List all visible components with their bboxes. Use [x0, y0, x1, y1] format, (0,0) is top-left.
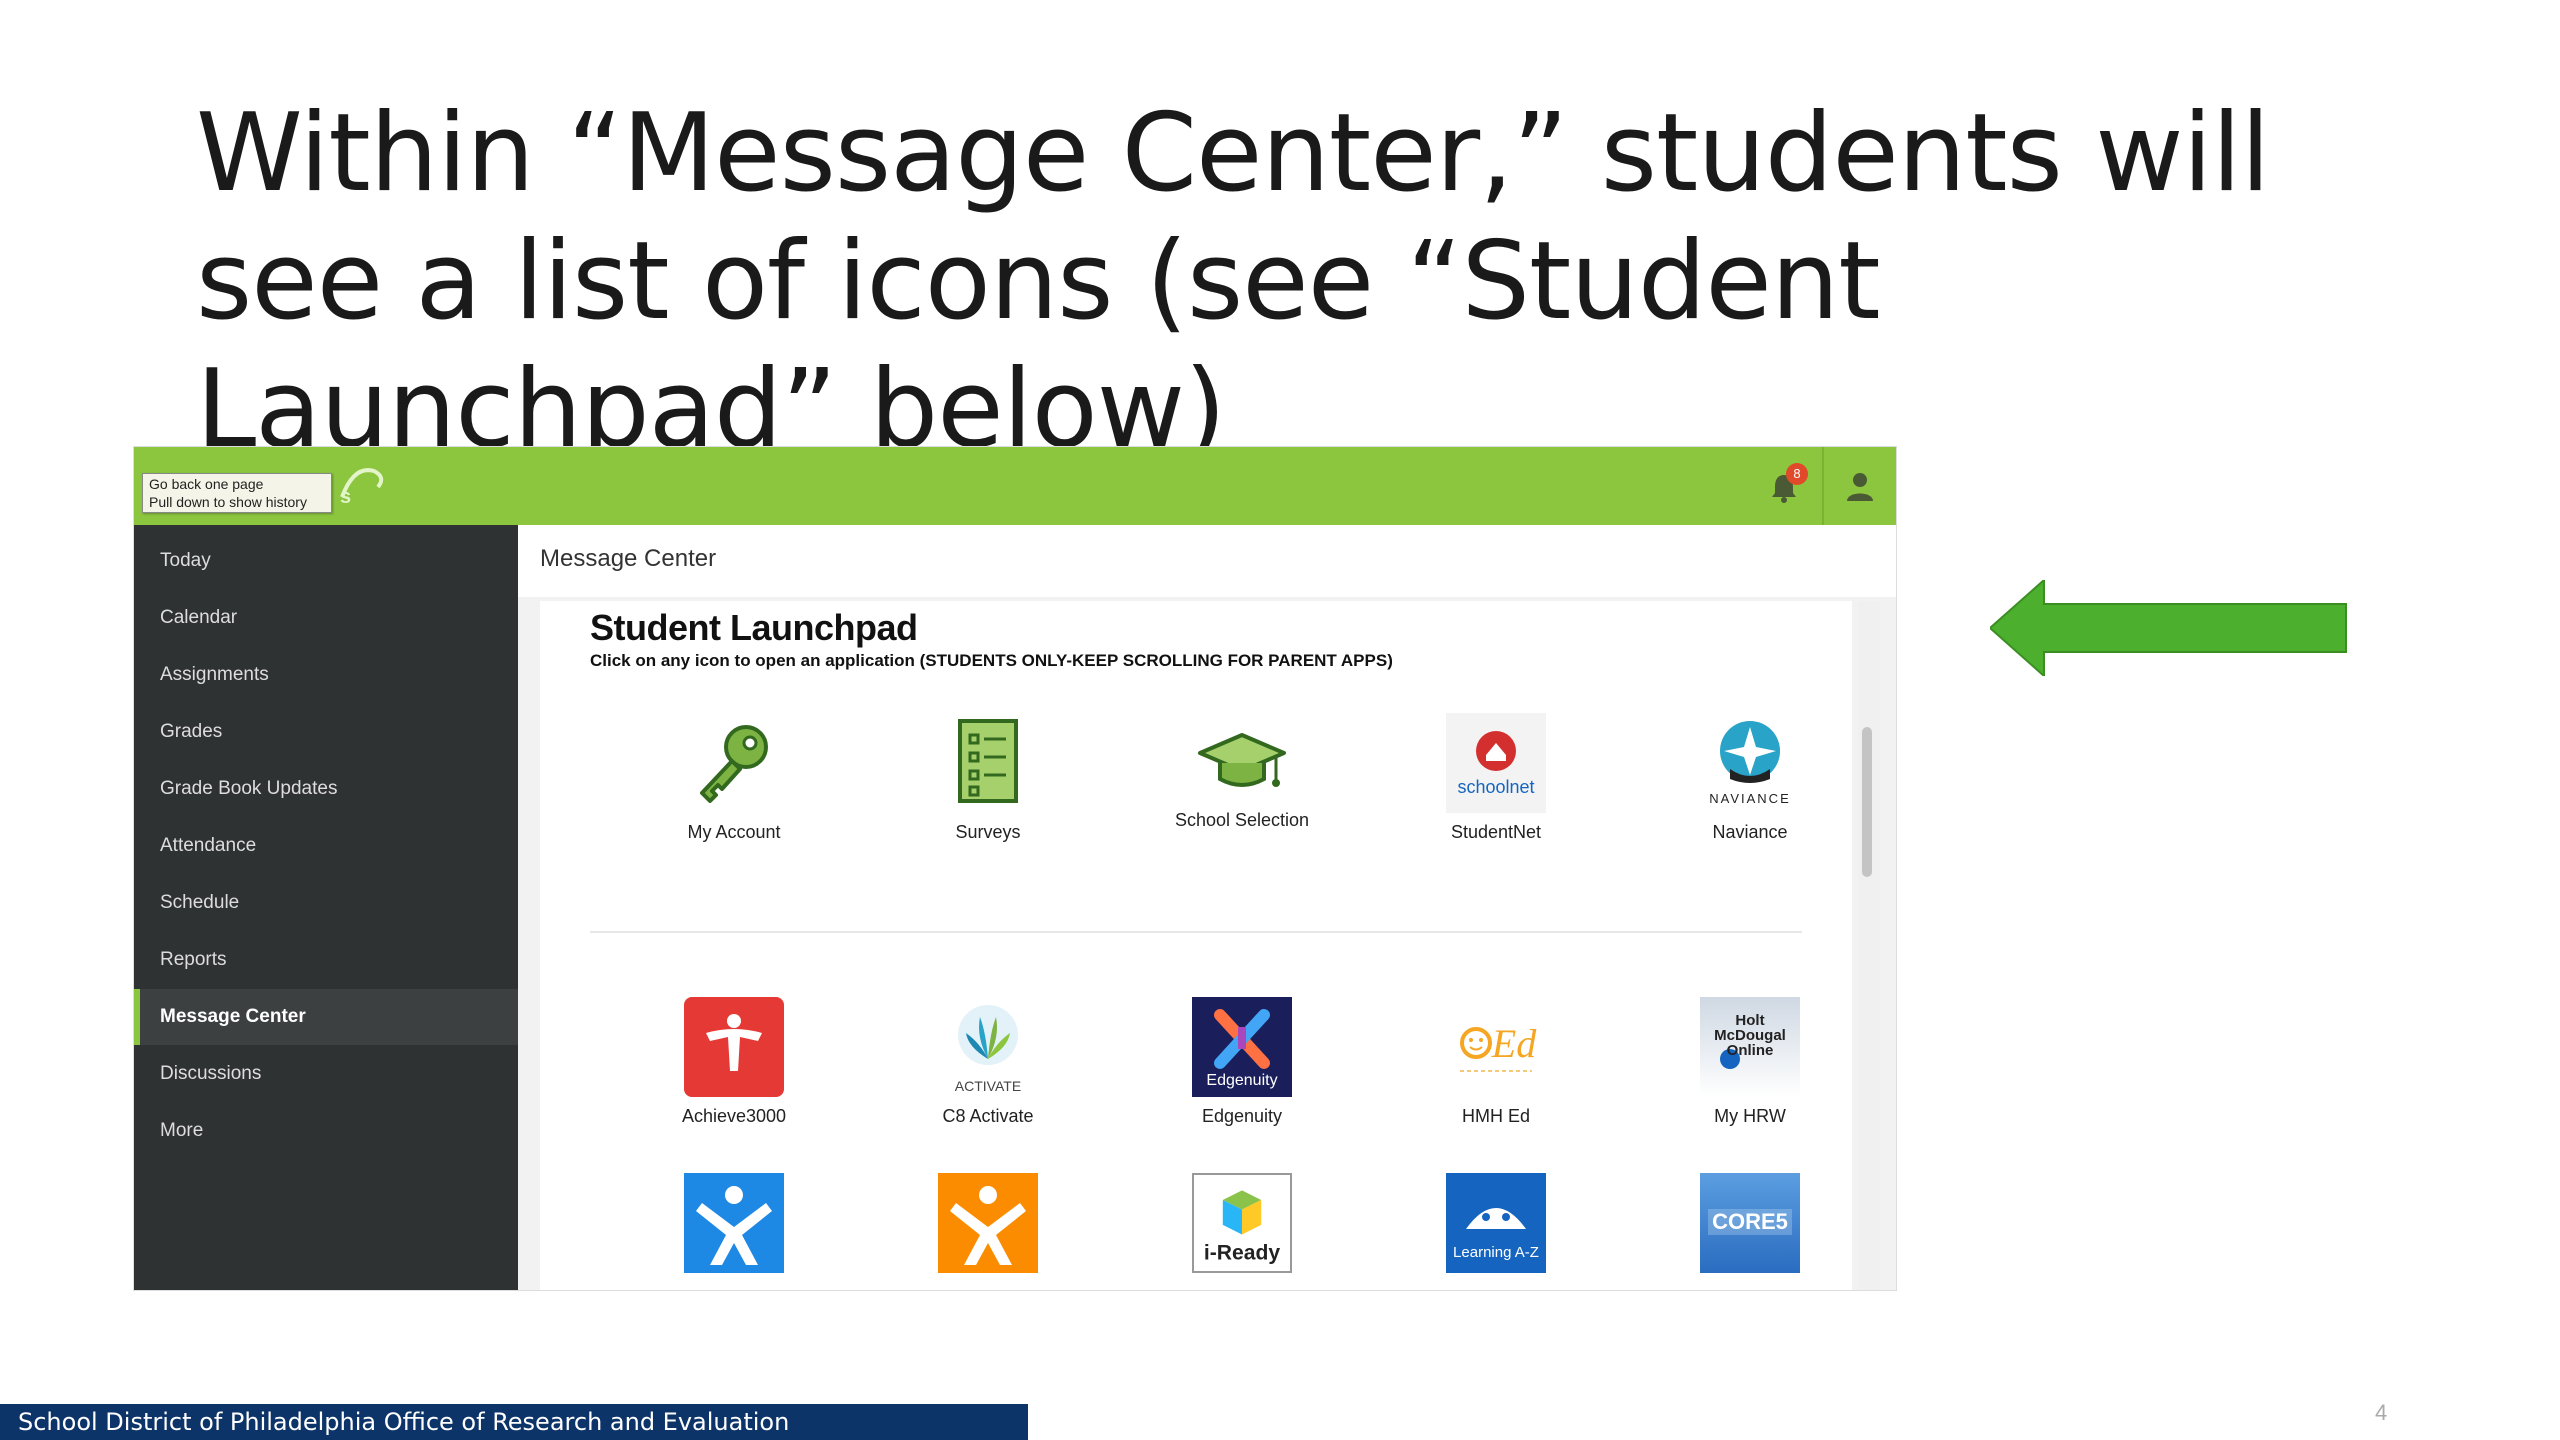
sidebar-item-grades[interactable]: Grades — [134, 704, 518, 760]
survey-icon — [938, 713, 1038, 813]
app-tile-edgenuity[interactable]: Edgenuity Edgenuity — [1152, 997, 1332, 1127]
notification-badge: 8 — [1786, 463, 1808, 485]
content-panel: Student Launchpad Click on any icon to o… — [518, 597, 1896, 1290]
sidebar-item-grade-book-updates[interactable]: Grade Book Updates — [134, 761, 518, 817]
slide-title: Within “Message Center,” students will s… — [196, 91, 2271, 472]
content-header: Message Center — [518, 525, 1896, 598]
back-tooltip: Go back one page Pull down to show histo… — [142, 473, 332, 513]
scrollbar-track[interactable] — [1858, 601, 1880, 1290]
learning-az-logo-text: Learning A-Z — [1453, 1244, 1539, 1261]
scrollbar-thumb[interactable] — [1862, 727, 1872, 877]
topbar-divider — [1822, 447, 1824, 525]
app-tile-blue-x[interactable] — [644, 1173, 824, 1273]
achieve3000-icon — [684, 997, 784, 1097]
app-tile-naviance[interactable]: NAVIANCE Naviance — [1660, 713, 1840, 843]
sidebar: Today Calendar Assignments Grades Grade … — [134, 525, 518, 1290]
orange-x-app-icon — [938, 1173, 1038, 1273]
graduation-cap-icon — [1192, 713, 1292, 813]
app-tile-school-selection[interactable]: School Selection — [1152, 713, 1332, 831]
iready-icon: i-Ready — [1192, 1173, 1292, 1273]
tooltip-line-2: Pull down to show history — [149, 494, 307, 510]
tooltip-line-1: Go back one page — [149, 476, 264, 492]
edgenuity-icon: Edgenuity — [1192, 997, 1292, 1097]
sidebar-item-assignments[interactable]: Assignments — [134, 647, 518, 703]
activate-logo-text: ACTIVATE — [955, 1078, 1021, 1094]
sidebar-item-reports[interactable]: Reports — [134, 932, 518, 988]
app-label: My HRW — [1714, 1106, 1786, 1126]
key-icon — [684, 713, 784, 813]
sidebar-item-attendance[interactable]: Attendance — [134, 818, 518, 874]
holt-icon: Holt McDougal Online — [1700, 997, 1800, 1097]
app-label: Naviance — [1712, 822, 1788, 842]
top-bar: Go back one page Pull down to show histo… — [134, 447, 1896, 525]
schoolnet-icon: schoolnet — [1446, 713, 1546, 813]
app-tile-c8-activate[interactable]: ACTIVATE C8 Activate — [898, 997, 1078, 1127]
sidebar-item-discussions[interactable]: Discussions — [134, 1046, 518, 1102]
page-title: Message Center — [540, 545, 717, 572]
blue-x-app-icon — [684, 1173, 784, 1273]
schoolnet-logo-text: schoolnet — [1457, 777, 1534, 797]
sidebar-item-more[interactable]: More — [134, 1103, 518, 1159]
app-tile-surveys[interactable]: Surveys — [898, 713, 1078, 843]
app-tile-my-hrw[interactable]: Holt McDougal Online My HRW — [1660, 997, 1840, 1127]
sidebar-item-today[interactable]: Today — [134, 533, 518, 589]
app-label: HMH Ed — [1461, 1106, 1530, 1126]
naviance-logo-text: NAVIANCE — [1709, 791, 1791, 806]
naviance-icon: NAVIANCE — [1700, 713, 1800, 813]
user-icon[interactable] — [1840, 467, 1880, 507]
app-tile-iready[interactable]: i-Ready — [1152, 1173, 1332, 1273]
app-tile-core5[interactable]: CORE5 — [1660, 1173, 1840, 1273]
green-arrow-icon — [1990, 580, 2347, 676]
hmh-ed-icon: Ed — [1446, 997, 1546, 1097]
launchpad-divider — [590, 931, 1802, 933]
launchpad-title: Student Launchpad — [590, 607, 918, 648]
app-label: C8 Activate — [942, 1106, 1034, 1126]
sidebar-item-message-center[interactable]: Message Center — [134, 989, 518, 1045]
app-screenshot: Go back one page Pull down to show histo… — [134, 447, 1896, 1290]
footer-bar: School District of Philadelphia Office o… — [0, 1404, 1028, 1440]
app-tile-my-account[interactable]: My Account — [644, 713, 824, 843]
app-tile-hmh-ed[interactable]: Ed HMH Ed — [1406, 997, 1586, 1127]
iready-logo-text: i-Ready — [1204, 1241, 1281, 1264]
hmh-ed-logo-text: Ed — [1491, 1021, 1537, 1066]
app-label: Edgenuity — [1201, 1106, 1283, 1126]
app-label: StudentNet — [1450, 822, 1542, 842]
logo-icon: s — [334, 457, 394, 517]
app-tile-orange-x[interactable] — [898, 1173, 1078, 1273]
core5-logo-text: CORE5 — [1712, 1209, 1788, 1234]
sidebar-item-calendar[interactable]: Calendar — [134, 590, 518, 646]
app-label: Surveys — [955, 822, 1021, 842]
app-tile-achieve3000[interactable]: Achieve3000 — [644, 997, 824, 1127]
app-label: Achieve3000 — [681, 1106, 787, 1126]
holt-logo-text: Holt McDougal Online — [1714, 1013, 1786, 1059]
activate-icon: ACTIVATE — [938, 997, 1038, 1097]
sidebar-item-schedule[interactable]: Schedule — [134, 875, 518, 931]
core5-icon: CORE5 — [1700, 1173, 1800, 1273]
app-tile-learning-az[interactable]: Learning A-Z — [1406, 1173, 1586, 1273]
launchpad-card: Student Launchpad Click on any icon to o… — [540, 601, 1852, 1290]
page-number: 4 — [2375, 1400, 2388, 1425]
app-tile-studentnet[interactable]: schoolnet StudentNet — [1406, 713, 1586, 843]
app-label: My Account — [687, 822, 781, 842]
svg-text:s: s — [340, 486, 351, 508]
launchpad-subtitle: Click on any icon to open an application… — [590, 651, 1393, 670]
learning-az-icon: Learning A-Z — [1446, 1173, 1546, 1273]
edgenuity-logo-text: Edgenuity — [1206, 1072, 1277, 1089]
